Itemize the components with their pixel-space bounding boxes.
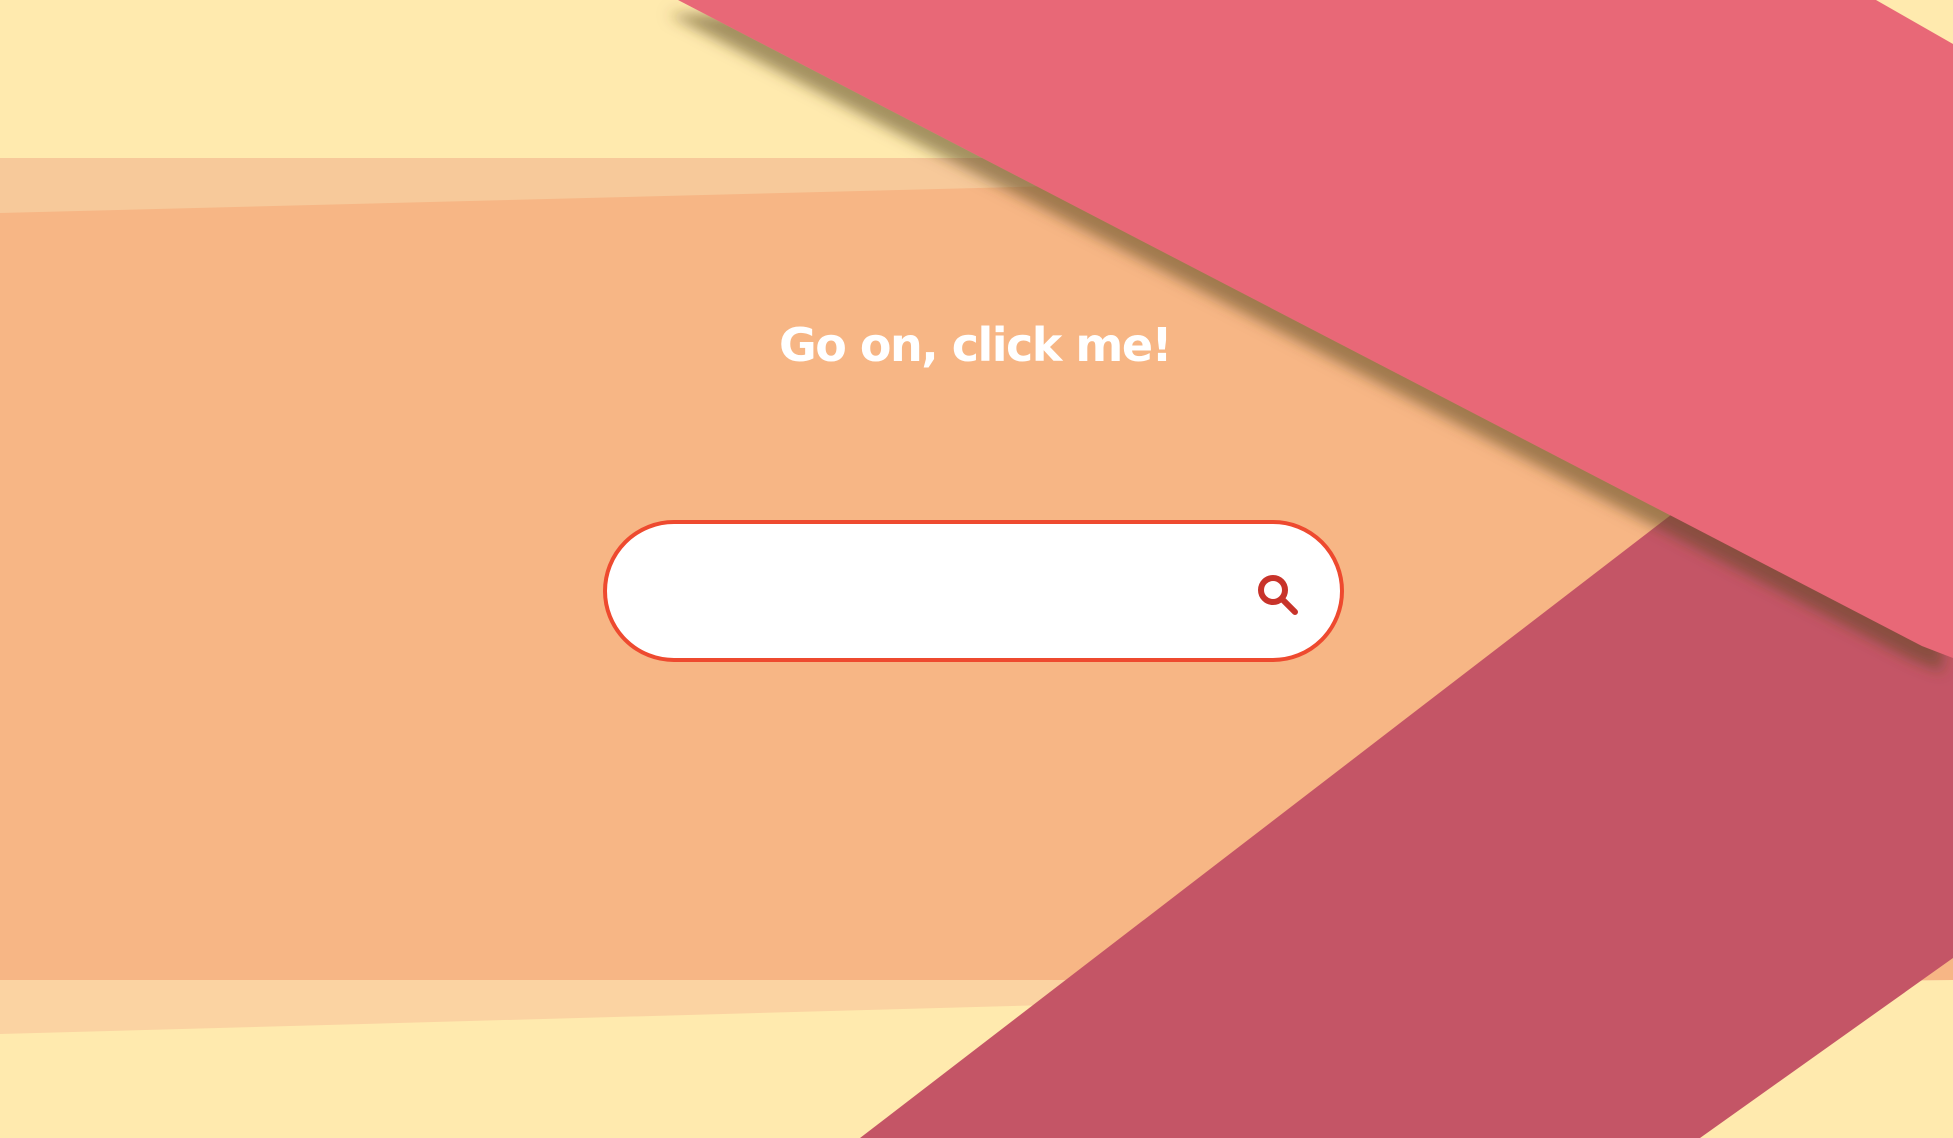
search-input[interactable] [647,544,1231,640]
search-icon[interactable] [1254,571,1302,619]
prompt-heading: Go on, click me! [779,318,1173,372]
page-background: Go on, click me! [0,0,1953,1138]
search-bar[interactable] [603,520,1344,662]
